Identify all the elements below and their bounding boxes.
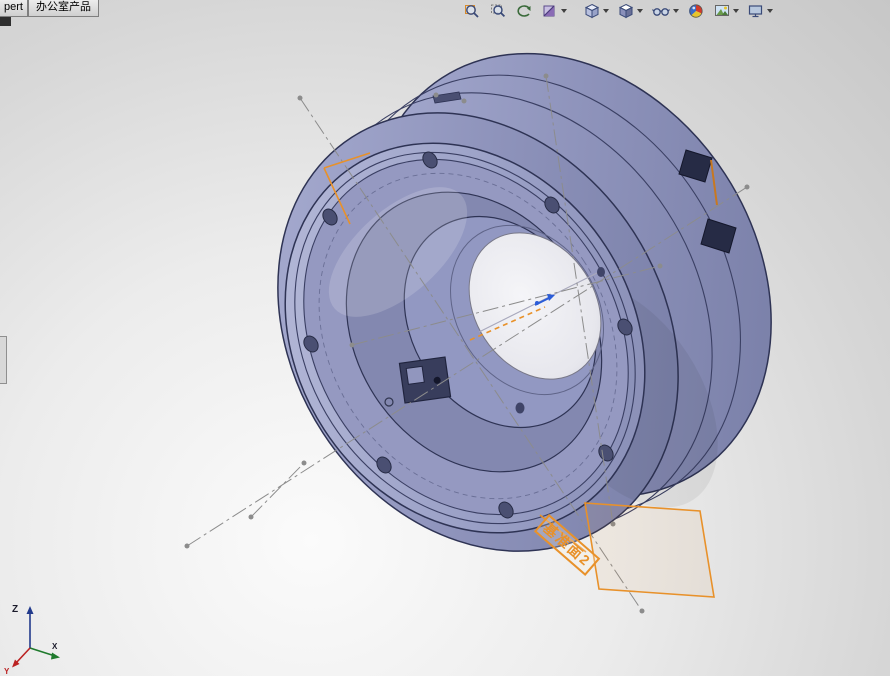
section-view-icon <box>543 5 555 17</box>
endpoint-dot <box>639 608 645 614</box>
endpoint-dot <box>433 92 439 98</box>
plane-boundary[interactable] <box>584 502 715 598</box>
view-settings-icon <box>748 5 763 18</box>
display-style-icon <box>618 3 634 19</box>
y-axis-label: Y <box>4 667 10 676</box>
x-arrowhead <box>51 652 60 660</box>
orientation-triad: Z X Y <box>4 604 60 676</box>
display-style-button[interactable] <box>614 1 646 21</box>
endpoint-dot <box>744 184 750 190</box>
graphics-viewport[interactable]: Z X Y <box>0 0 890 676</box>
endpoint-dot <box>184 543 190 549</box>
view-orientation-icon <box>584 3 600 19</box>
dropdown-caret-icon <box>767 9 773 13</box>
edit-appearance-icon <box>689 4 703 18</box>
endpoint-dot <box>543 73 549 79</box>
x-axis-label: X <box>52 642 58 651</box>
solidworks-window: { "window": { "tabs": [ {"label": "pert"… <box>0 0 890 676</box>
heads-up-toolbar <box>460 1 776 21</box>
zoom-to-fit-icon <box>465 5 479 18</box>
part-model[interactable] <box>196 0 853 627</box>
endpoint-dot <box>297 95 303 101</box>
z-arrowhead <box>26 606 34 614</box>
tab-office-products[interactable]: 办公室产品 <box>27 0 99 17</box>
hide-show-items-icon <box>652 8 670 16</box>
dropdown-caret-icon <box>673 9 679 13</box>
endpoint-dot <box>461 98 467 104</box>
small-hole <box>515 402 525 414</box>
keyway-block <box>398 356 452 404</box>
apply-scene-button[interactable] <box>710 1 742 21</box>
edit-appearance-button[interactable] <box>684 1 708 21</box>
zoom-to-area-icon <box>491 4 506 18</box>
zoom-to-fit-button[interactable] <box>460 1 484 21</box>
view-orientation-button[interactable] <box>580 1 612 21</box>
dropdown-caret-icon <box>561 9 567 13</box>
dropdown-caret-icon <box>733 9 739 13</box>
endpoint-dot <box>657 263 663 269</box>
zoom-to-area-button[interactable] <box>486 1 510 21</box>
centerline[interactable] <box>250 462 305 518</box>
panel-fragment <box>0 17 11 26</box>
small-hole <box>597 267 605 277</box>
z-axis-label: Z <box>12 604 18 615</box>
section-view-button[interactable] <box>538 1 570 21</box>
origin-dot <box>535 301 539 305</box>
y-axis <box>15 647 31 664</box>
tab-expert[interactable]: pert <box>0 0 28 17</box>
hide-show-items-button[interactable] <box>648 1 682 21</box>
endpoint-dot <box>248 514 254 520</box>
dropdown-caret-icon <box>637 9 643 13</box>
endpoint-dot <box>301 460 307 466</box>
feature-panel-edge[interactable] <box>0 336 7 384</box>
command-tabs: pert 办公室产品 <box>0 0 99 17</box>
previous-view-icon <box>517 5 531 17</box>
dropdown-caret-icon <box>603 9 609 13</box>
apply-scene-icon <box>715 5 729 16</box>
view-settings-button[interactable] <box>744 1 776 21</box>
endpoint-dot <box>349 342 355 348</box>
previous-view-button[interactable] <box>512 1 536 21</box>
